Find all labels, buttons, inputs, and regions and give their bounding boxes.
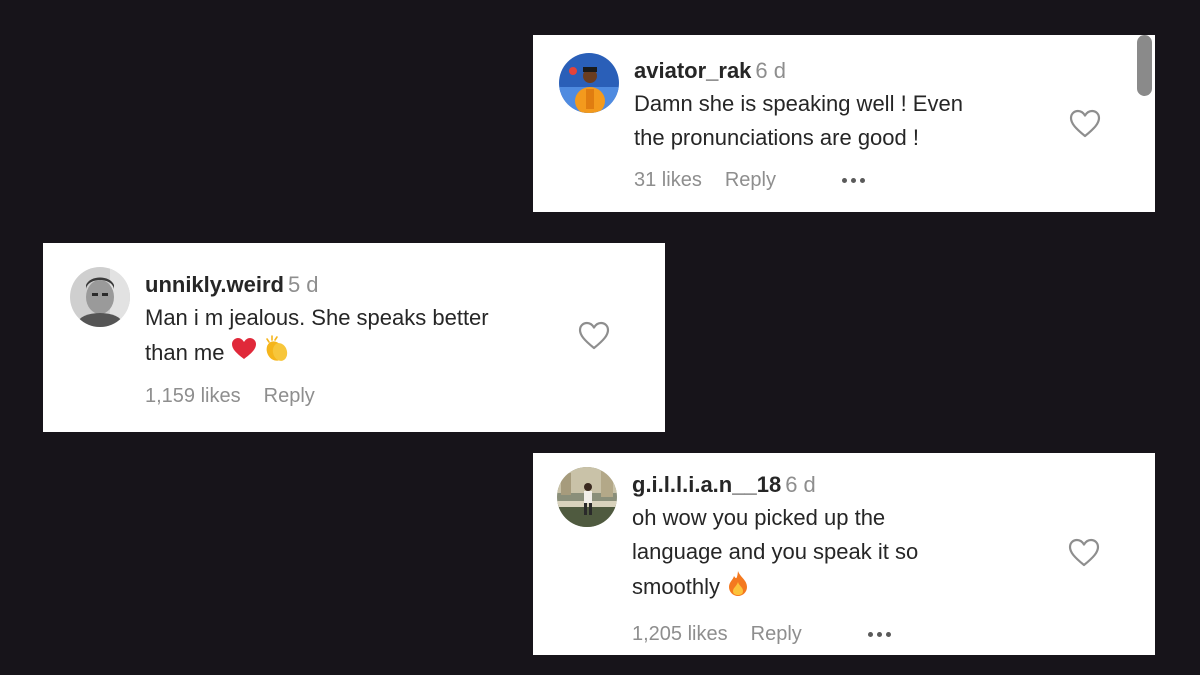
comment-text: Man i m jealous. She speaks better than … xyxy=(145,301,565,373)
comment-header: g.i.l.l.i.a.n__18 6 d xyxy=(632,471,1052,499)
avatar[interactable] xyxy=(70,267,130,327)
comment-line-with-emoji: than me xyxy=(145,335,565,373)
comment-text: oh wow you picked up the language and yo… xyxy=(632,501,1052,607)
comment-line: oh wow you picked up the xyxy=(632,505,886,530)
more-options-icon[interactable] xyxy=(867,632,891,637)
likes-count[interactable]: 31 likes xyxy=(634,169,702,192)
clapping-hands-emoji xyxy=(263,335,291,373)
reply-button[interactable]: Reply xyxy=(725,169,776,192)
comment-line: Damn she is speaking well ! Even xyxy=(634,91,963,116)
reply-button[interactable]: Reply xyxy=(264,385,315,408)
username-link[interactable]: g.i.l.l.i.a.n__18 xyxy=(632,472,781,497)
comment-time: 6 d xyxy=(755,58,787,83)
comment-meta: 31 likes Reply xyxy=(634,169,1054,192)
comment-line: Man i m jealous. She speaks better xyxy=(145,305,489,330)
comment-line: the pronunciations are good ! xyxy=(634,125,919,150)
comment-line: language and you speak it so xyxy=(632,539,919,564)
comment-header: unnikly.weird 5 d xyxy=(145,271,565,299)
comment-body: aviator_rak 6 d Damn she is speaking well… xyxy=(634,57,1054,192)
like-heart-icon[interactable] xyxy=(578,321,610,351)
username-link[interactable]: aviator_rak xyxy=(634,58,751,83)
reply-button[interactable]: Reply xyxy=(751,623,802,646)
grayscale-portrait-avatar xyxy=(70,267,130,327)
comment-text: Damn she is speaking well ! Even the pro… xyxy=(634,87,1054,155)
username-link[interactable]: unnikly.weird xyxy=(145,272,284,297)
avatar[interactable] xyxy=(559,53,619,113)
like-heart-icon[interactable] xyxy=(1069,109,1101,139)
like-heart-icon[interactable] xyxy=(1068,538,1100,568)
comment-line: than me xyxy=(145,339,225,365)
avatar[interactable] xyxy=(557,467,617,527)
comment-header: aviator_rak 6 d xyxy=(634,57,1054,85)
comment-card: aviator_rak 6 d Damn she is speaking well… xyxy=(533,35,1155,212)
person-in-orange-jacket-avatar xyxy=(559,53,619,113)
red-heart-emoji xyxy=(231,337,257,371)
likes-count[interactable]: 1,205 likes xyxy=(632,623,728,646)
more-options-icon[interactable] xyxy=(841,178,865,183)
comment-line: smoothly xyxy=(632,573,721,599)
comment-meta: 1,159 likes Reply xyxy=(145,385,565,408)
scrollbar-thumb[interactable] xyxy=(1137,35,1152,96)
comment-card: g.i.l.l.i.a.n__18 6 d oh wow you picked u… xyxy=(533,453,1155,655)
comment-line-with-emoji: smoothly xyxy=(632,569,1052,607)
likes-count[interactable]: 1,159 likes xyxy=(145,385,241,408)
fire-emoji xyxy=(726,569,750,607)
person-sitting-outdoors-avatar xyxy=(557,467,617,527)
comment-time: 5 d xyxy=(287,272,319,297)
comment-meta: 1,205 likes Reply xyxy=(632,623,1052,646)
comment-body: g.i.l.l.i.a.n__18 6 d oh wow you picked u… xyxy=(632,471,1052,646)
comment-time: 6 d xyxy=(785,472,816,497)
comment-body: unnikly.weird 5 d Man i m jealous. She sp… xyxy=(145,271,565,408)
comment-card: unnikly.weird 5 d Man i m jealous. She sp… xyxy=(43,243,665,432)
